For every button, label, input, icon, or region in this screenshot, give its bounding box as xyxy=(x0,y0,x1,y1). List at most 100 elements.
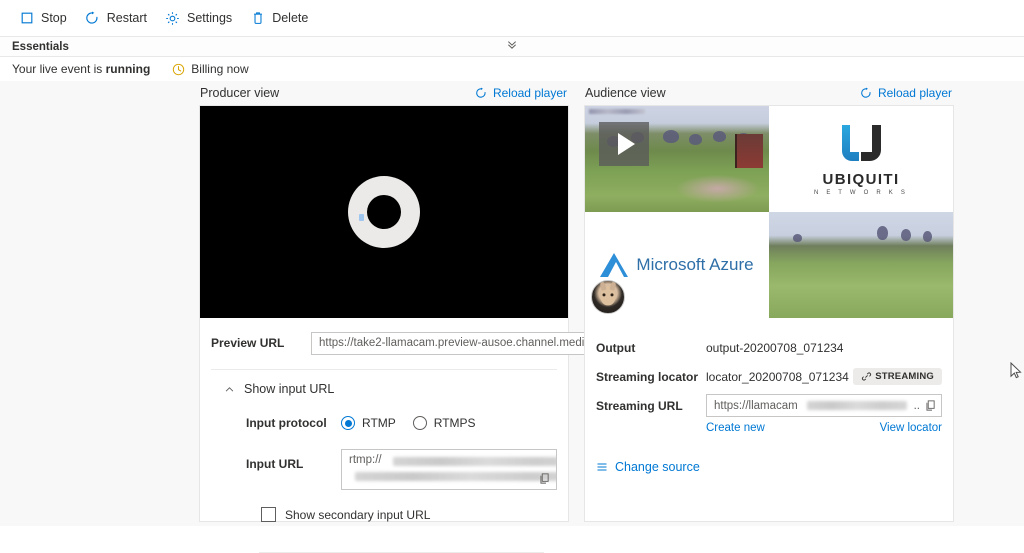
essentials-label: Essentials xyxy=(12,40,69,53)
show-input-url-label: Show input URL xyxy=(244,382,335,396)
llama-eye-right xyxy=(610,293,614,297)
restart-button-label: Restart xyxy=(106,11,148,25)
avatar xyxy=(591,280,625,314)
input-protocol-radio-group: RTMP RTMPS xyxy=(341,416,476,430)
player-loading-spinner-icon xyxy=(348,176,420,248)
video-tile-paddock-1[interactable] xyxy=(585,106,769,212)
restart-button[interactable]: Restart xyxy=(76,7,156,30)
tree-shape xyxy=(901,229,911,241)
azure-wordmark: Microsoft Azure xyxy=(636,255,754,274)
refresh-icon xyxy=(475,87,487,99)
streaming-url-redacted xyxy=(806,401,907,410)
essentials-bar[interactable]: Essentials xyxy=(0,37,1024,56)
audience-view-title: Audience view xyxy=(585,86,666,100)
live-event-state: running xyxy=(105,62,151,76)
producer-details: Preview URL https://take2-llamacam.previ… xyxy=(200,318,626,553)
tree-shape xyxy=(877,226,888,240)
tree-shape xyxy=(793,234,802,242)
ubiquiti-wordmark: UBIQUITI xyxy=(822,170,900,188)
logo-tile-azure: Microsoft Azure xyxy=(585,212,769,318)
input-url-redacted-line-1 xyxy=(393,457,556,466)
input-url-field[interactable]: rtmp:// xyxy=(341,449,557,490)
billing-label: Billing now xyxy=(191,62,249,76)
radio-rtmps-indicator xyxy=(412,416,427,430)
ubiquiti-u-blue xyxy=(842,124,859,161)
audience-video-player[interactable]: UBIQUITI N E T W O R K S Microsoft Azure xyxy=(585,106,953,318)
billing-indicator: Billing now xyxy=(172,62,249,76)
preview-url-field[interactable]: https://take2-llamacam.preview-ausoe.cha… xyxy=(311,331,626,355)
settings-button[interactable]: Settings xyxy=(156,7,241,30)
radio-rtmp[interactable]: RTMP xyxy=(341,416,396,430)
command-bar: Stop Restart Settings Delete xyxy=(0,0,1024,36)
streaming-url-row: Streaming URL https://llamacam .. xyxy=(596,393,942,418)
list-icon xyxy=(596,461,608,473)
view-locator-link[interactable]: View locator xyxy=(880,422,942,434)
show-input-url-toggle[interactable]: Show input URL xyxy=(211,370,557,396)
input-protocol-label: Input protocol xyxy=(246,416,327,430)
spinner-accent-dot xyxy=(359,214,364,221)
audience-details: Output output-20200708_071234 Streaming … xyxy=(585,318,953,474)
clock-icon xyxy=(172,63,185,76)
tree-shape xyxy=(713,131,726,142)
producer-view-title: Producer view xyxy=(200,86,280,100)
audience-reload-player-button[interactable]: Reload player xyxy=(860,86,952,100)
preview-url-value: https://take2-llamacam.preview-ausoe.cha… xyxy=(319,337,604,349)
azure-chevron-icon xyxy=(600,253,629,277)
radio-rtmp-label: RTMP xyxy=(362,416,396,430)
shed-shape xyxy=(735,134,763,168)
streaming-url-label: Streaming URL xyxy=(596,398,683,413)
create-new-link[interactable]: Create new xyxy=(706,422,765,434)
streaming-locator-value: locator_20200708_071234 xyxy=(706,369,849,384)
stop-button-label: Stop xyxy=(41,11,67,25)
radio-rtmps[interactable]: RTMPS xyxy=(412,416,476,430)
input-url-value: rtmp:// xyxy=(349,454,382,466)
audience-reload-label: Reload player xyxy=(877,86,952,100)
azure-logo: Microsoft Azure xyxy=(600,253,754,277)
settings-button-label: Settings xyxy=(187,11,233,25)
llama-eye-left xyxy=(602,293,606,297)
streaming-url-ellipsis: .. xyxy=(913,399,920,412)
radio-rtmps-label: RTMPS xyxy=(433,416,476,430)
play-icon xyxy=(617,133,635,155)
producer-reload-player-button[interactable]: Reload player xyxy=(475,86,567,100)
refresh-icon xyxy=(860,87,872,99)
link-icon xyxy=(861,371,872,382)
preview-url-label: Preview URL xyxy=(211,336,285,350)
status-bar: Your live event is running Billing now xyxy=(0,57,1024,81)
ubiquiti-u-mark-icon xyxy=(839,123,883,167)
status-badge: STREAMING xyxy=(853,368,942,385)
audience-card: UBIQUITI N E T W O R K S Microsoft Azure xyxy=(584,105,954,522)
llama-ear-left xyxy=(599,281,607,292)
radio-rtmp-indicator xyxy=(341,416,355,430)
change-source-button[interactable]: Change source xyxy=(596,460,942,474)
stop-button[interactable]: Stop xyxy=(10,7,76,30)
producer-video-player[interactable] xyxy=(200,106,568,318)
input-url-redacted-line-2 xyxy=(355,472,556,481)
input-url-form: Input protocol RTMP RTMPS Input URL rtmp… xyxy=(211,396,557,553)
streaming-url-field[interactable]: https://llamacam .. xyxy=(706,394,942,417)
checkbox-indicator xyxy=(261,507,276,522)
llama-ear-right xyxy=(609,281,617,292)
output-row: Output output-20200708_071234 xyxy=(596,335,942,360)
overlay-caption xyxy=(589,109,645,114)
restart-circular-arrow-icon xyxy=(85,11,100,26)
streaming-url-sub-links: Create new View locator xyxy=(596,422,942,434)
input-url-row: Input URL rtmp:// xyxy=(246,449,557,490)
video-tile-paddock-2[interactable] xyxy=(769,212,953,318)
trash-icon xyxy=(250,11,265,26)
show-secondary-input-url-checkbox[interactable]: Show secondary input URL xyxy=(261,507,557,522)
show-secondary-input-url-label: Show secondary input URL xyxy=(285,507,431,522)
streaming-url-value: https://llamacam xyxy=(714,399,798,412)
output-label: Output xyxy=(596,340,636,355)
audience-panel-header: Audience view Reload player xyxy=(584,81,954,105)
streaming-locator-label: Streaming locator xyxy=(596,369,699,384)
tree-shape xyxy=(689,134,702,145)
copy-icon[interactable] xyxy=(924,399,937,412)
play-button[interactable] xyxy=(599,122,649,166)
delete-button[interactable]: Delete xyxy=(241,7,317,30)
output-value: output-20200708_071234 xyxy=(706,340,844,355)
llama-face xyxy=(599,281,617,306)
double-chevron-down-icon[interactable] xyxy=(506,38,519,54)
producer-card: Preview URL https://take2-llamacam.previ… xyxy=(199,105,626,553)
delete-button-label: Delete xyxy=(272,11,309,25)
